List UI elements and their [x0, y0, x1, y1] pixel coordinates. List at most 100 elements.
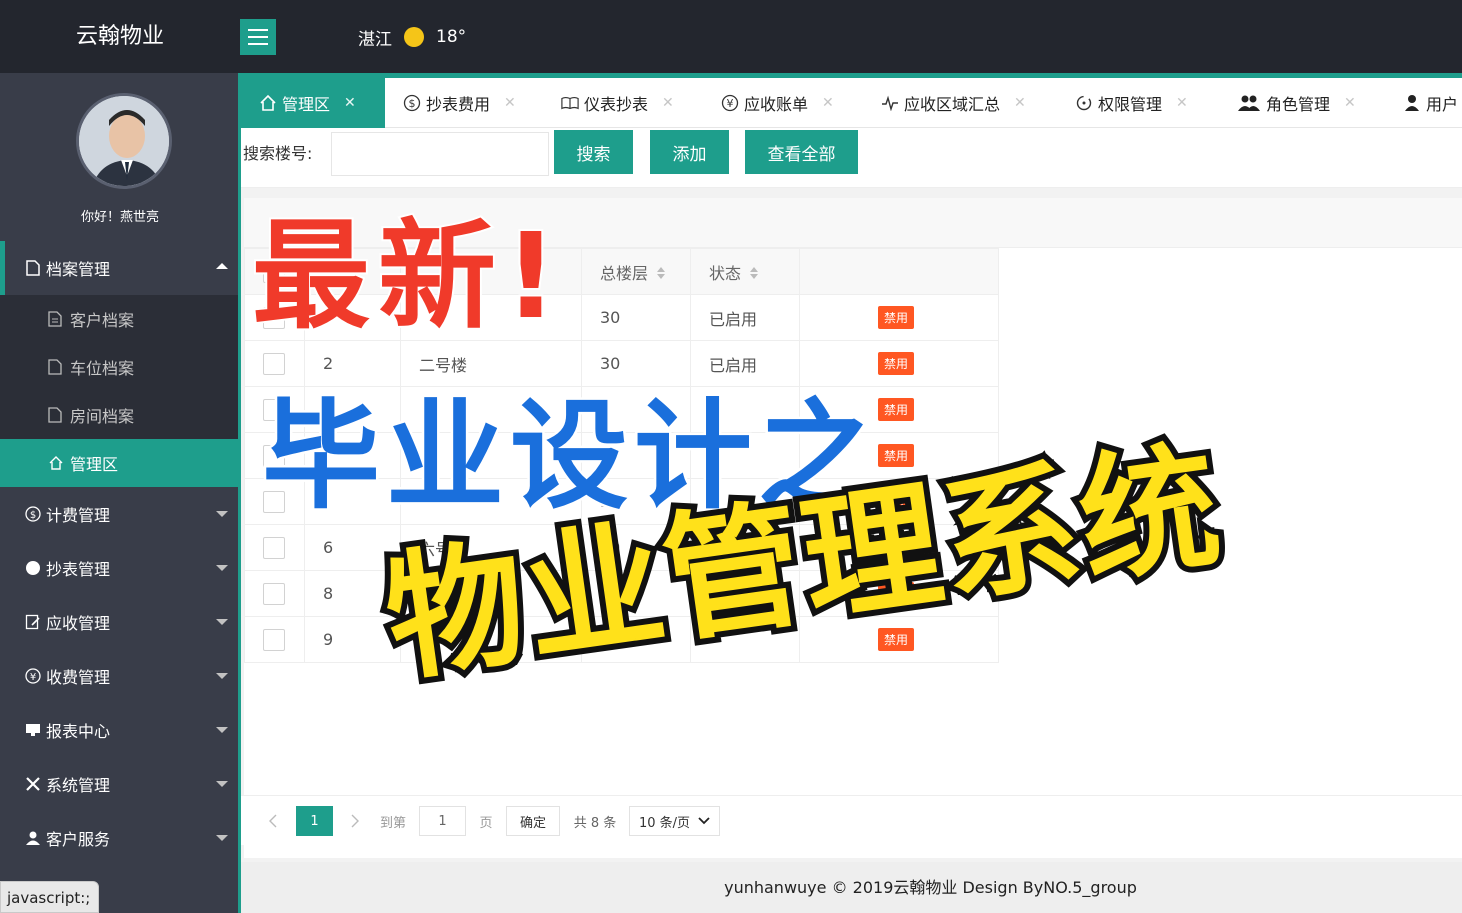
caret-down-icon	[216, 781, 228, 787]
sort-icon[interactable]	[656, 265, 666, 284]
cell-name	[400, 294, 582, 341]
tab-receivable-area-summary[interactable]: 应收区域汇总 ✕	[881, 78, 1026, 128]
search-bar: 搜索楼号: 搜索 添加 查看全部	[241, 128, 1462, 188]
row-checkbox[interactable]	[263, 628, 285, 651]
sidebar-subitem-parking-archive[interactable]: 车位档案	[0, 343, 240, 391]
tab-users[interactable]: 用户	[1403, 78, 1458, 128]
confirm-page-button[interactable]: 确定	[506, 806, 560, 836]
tab-meter-fees[interactable]: $ 抄表费用 ✕	[403, 78, 516, 128]
goto-page-input[interactable]: 1	[419, 806, 466, 836]
sidebar-subitem-label: 房间档案	[70, 407, 135, 426]
next-page-icon[interactable]	[345, 806, 365, 836]
page-size-select[interactable]: 10 条/页	[629, 806, 720, 836]
row-checkbox[interactable]	[263, 444, 285, 467]
row-select-cell[interactable]	[244, 386, 305, 433]
building-search-input[interactable]	[331, 132, 549, 176]
avatar[interactable]	[76, 93, 172, 189]
tab-label: 仪表抄表	[584, 95, 649, 114]
row-checkbox[interactable]	[263, 490, 285, 513]
menu-toggle-button[interactable]	[240, 19, 276, 55]
cell-status: 已启用	[690, 340, 800, 387]
disable-button[interactable]: 禁用	[878, 628, 915, 651]
disable-button[interactable]: 禁用	[878, 536, 915, 559]
tab-meter-reading[interactable]: 仪表抄表 ✕	[561, 78, 674, 128]
sidebar-item-label: 报表中心	[46, 722, 111, 741]
row-select-cell[interactable]	[244, 478, 305, 525]
disable-button[interactable]: 禁用	[878, 398, 915, 421]
cell-name	[400, 386, 582, 433]
disable-button[interactable]: 禁用	[878, 306, 915, 329]
cell-action: 禁用	[799, 616, 999, 663]
page-1-button[interactable]: 1	[296, 806, 333, 836]
search-label: 搜索楼号:	[243, 144, 313, 163]
close-icon[interactable]: ✕	[1014, 95, 1026, 111]
tab-permissions[interactable]: 权限管理 ✕	[1075, 78, 1188, 128]
prev-page-icon[interactable]	[263, 806, 283, 836]
sidebar-item-system[interactable]: 系统管理	[0, 757, 240, 811]
tab-label: 抄表费用	[426, 95, 491, 114]
row-checkbox[interactable]	[263, 398, 285, 421]
svg-text:$: $	[30, 510, 36, 521]
sidebar-item-meter-reading[interactable]: 抄表管理	[0, 541, 240, 595]
id-header	[304, 248, 401, 295]
close-icon[interactable]: ✕	[822, 95, 834, 111]
row-checkbox[interactable]	[263, 352, 285, 375]
sort-icon[interactable]	[749, 265, 759, 284]
cell-action: 禁用	[799, 386, 999, 433]
view-all-button[interactable]: 查看全部	[745, 130, 858, 174]
sidebar-item-customer-service[interactable]: 客户服务	[0, 811, 240, 865]
sidebar-item-charges[interactable]: ¥ 收费管理	[0, 649, 240, 703]
cell-floors: 30	[581, 524, 691, 571]
disable-button[interactable]: 禁用	[878, 582, 915, 605]
search-button[interactable]: 搜索	[554, 130, 633, 174]
row-select-cell[interactable]	[244, 616, 305, 663]
app-logo[interactable]: 云翰物业	[0, 0, 240, 73]
cell-name	[400, 616, 582, 663]
sidebar-item-receivables[interactable]: 应收管理	[0, 595, 240, 649]
cell-floors	[581, 432, 691, 479]
sidebar-subitem-customer-archive[interactable]: 客户档案	[0, 295, 240, 343]
row-checkbox[interactable]	[263, 582, 285, 605]
add-button[interactable]: 添加	[650, 130, 729, 174]
row-select-cell[interactable]	[244, 570, 305, 617]
cell-floors: 30	[581, 340, 691, 387]
row-select-cell[interactable]	[244, 294, 305, 341]
dollar-circle-icon: $	[403, 94, 421, 112]
status-header[interactable]: 状态	[690, 248, 800, 295]
row-select-cell[interactable]	[244, 340, 305, 387]
cell-status	[690, 478, 800, 525]
disable-button[interactable]: 禁用	[878, 490, 915, 513]
tab-receivable-bills[interactable]: ¥ 应收账单 ✕	[721, 78, 834, 128]
sidebar-item-billing[interactable]: $ 计费管理	[0, 487, 240, 541]
sidebar-subitem-management-area[interactable]: 管理区	[0, 439, 240, 487]
tab-roles[interactable]: 角色管理 ✕	[1237, 78, 1356, 128]
close-icon[interactable]: ✕	[662, 95, 674, 111]
disable-button[interactable]: 禁用	[878, 444, 915, 467]
table-row: 9 禁用	[244, 616, 999, 663]
row-select-cell[interactable]	[244, 432, 305, 479]
floors-header[interactable]: 总楼层	[581, 248, 691, 295]
row-checkbox[interactable]	[263, 306, 285, 329]
sidebar-subitem-room-archive[interactable]: 房间档案	[0, 391, 240, 439]
total-count: 共 8 条	[573, 815, 617, 831]
select-all-header[interactable]	[244, 248, 305, 295]
close-icon[interactable]: ✕	[1344, 95, 1356, 111]
close-icon[interactable]: ✕	[1176, 95, 1188, 111]
disable-button[interactable]: 禁用	[878, 352, 915, 375]
sidebar-item-label: 档案管理	[46, 260, 111, 279]
sidebar-submenu: 客户档案 车位档案 房间档案 管理区	[0, 295, 240, 487]
table-row: 2 二号楼 30 已启用 禁用	[244, 340, 999, 387]
sidebar-item-label: 计费管理	[46, 506, 111, 525]
row-select-cell[interactable]	[244, 524, 305, 571]
close-icon[interactable]: ✕	[344, 95, 356, 111]
tab-management-area[interactable]: 管理区 ✕	[241, 78, 385, 128]
sidebar-item-archive[interactable]: 档案管理	[0, 241, 240, 295]
sidebar-item-reports[interactable]: 报表中心	[0, 703, 240, 757]
row-checkbox[interactable]	[263, 536, 285, 559]
select-all-checkbox[interactable]	[263, 260, 285, 283]
cell-id	[304, 386, 401, 433]
cell-action: 禁用	[799, 340, 999, 387]
action-header	[799, 248, 999, 295]
close-icon[interactable]: ✕	[504, 95, 516, 111]
hamburger-icon	[248, 29, 268, 45]
